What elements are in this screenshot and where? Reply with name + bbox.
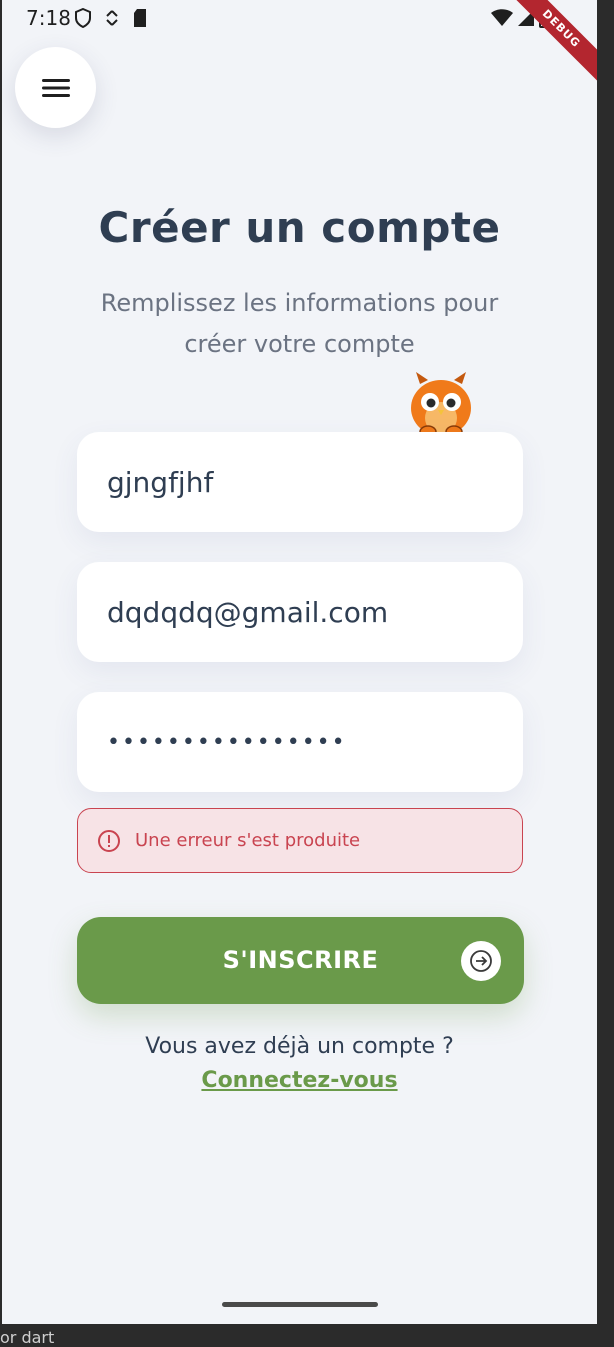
host-window-text: or dart — [0, 1328, 55, 1347]
login-prompt-text: Vous avez déjà un compte ? — [145, 1034, 454, 1059]
email-input[interactable] — [77, 562, 523, 662]
subtitle-line-1: Remplissez les informations pour — [100, 289, 499, 317]
username-input[interactable] — [77, 432, 523, 532]
signup-button[interactable]: S'INSCRIRE — [77, 917, 524, 1004]
data-saver-icon — [106, 10, 118, 26]
login-link[interactable]: Connectez-vous — [2, 1068, 597, 1093]
error-message-text: Une erreur s'est produite — [135, 830, 361, 851]
error-message-box: Une erreur s'est produite — [77, 808, 523, 873]
error-circle-icon — [98, 829, 120, 852]
status-bar: 7:18 DEBUG — [2, 0, 597, 87]
status-time: 7:18 — [26, 6, 71, 30]
page-subtitle: Remplissez les informations pour créer v… — [72, 283, 527, 365]
menu-button[interactable] — [15, 47, 96, 128]
password-input[interactable] — [77, 692, 523, 792]
status-icons-left — [74, 8, 148, 28]
phone-screen: 7:18 DEBUG Créer un compte Remplissez le… — [2, 0, 597, 1324]
home-indicator[interactable] — [222, 1302, 378, 1307]
arrow-right-icon — [461, 941, 501, 981]
signup-button-label: S'INSCRIRE — [222, 946, 379, 974]
wifi-icon — [491, 9, 513, 26]
owl-mascot-icon — [402, 372, 480, 438]
shield-icon — [75, 8, 91, 28]
subtitle-line-2: créer votre compte — [184, 330, 415, 358]
sd-card-icon — [134, 9, 146, 27]
hamburger-menu-icon — [41, 78, 70, 97]
page-title: Créer un compte — [98, 203, 501, 252]
